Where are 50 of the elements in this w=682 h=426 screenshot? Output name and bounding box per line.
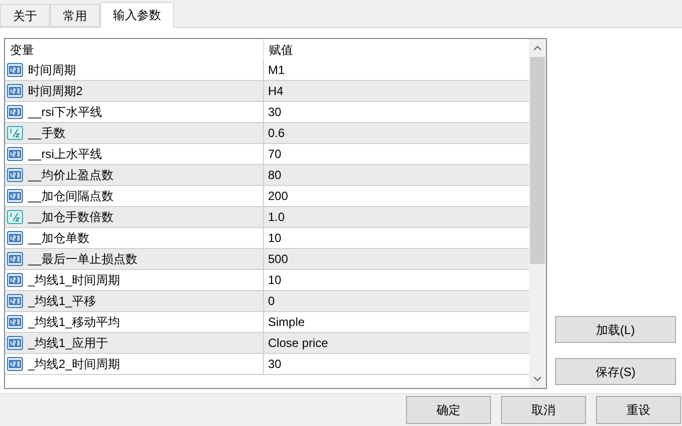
parameter-name: __最后一单止损点数 — [28, 251, 138, 268]
dialog-button[interactable]: 确定 — [406, 396, 491, 424]
tab[interactable]: 关于 — [0, 4, 50, 27]
dialog-button[interactable]: 重设 — [596, 396, 681, 424]
parameter-name: _均线1_平移 — [28, 293, 96, 310]
parameter-name: __加仓手数倍数 — [28, 209, 114, 226]
parameter-value[interactable]: 30 — [268, 355, 282, 373]
parameter-name: _均线1_移动平均 — [28, 314, 120, 331]
parameter-name: __均价止盈点数 — [28, 167, 114, 184]
parameter-value[interactable]: H4 — [268, 82, 284, 100]
integer-icon — [7, 83, 23, 99]
tab[interactable]: 输入参数 — [100, 2, 174, 28]
parameter-name: 时间周期2 — [28, 83, 83, 100]
parameter-value[interactable]: 70 — [268, 145, 282, 163]
parameter-name: _均线1_应用于 — [28, 335, 108, 352]
fraction-icon — [7, 209, 23, 225]
parameter-value[interactable]: 10 — [268, 271, 282, 289]
column-header[interactable]: 赋值 — [264, 39, 529, 60]
side-button[interactable]: 保存(S) — [555, 358, 676, 385]
dialog-button[interactable]: 取消 — [501, 396, 586, 424]
integer-icon — [7, 167, 23, 183]
parameter-name: 时间周期 — [28, 62, 76, 79]
side-button[interactable]: 加载(L) — [555, 316, 676, 343]
scrollbar[interactable] — [529, 39, 546, 388]
parameter-name: __手数 — [28, 125, 66, 142]
parameter-value[interactable]: 0 — [268, 292, 275, 310]
parameter-name: _均线2_时间周期 — [28, 356, 120, 373]
parameter-value[interactable]: 200 — [268, 187, 288, 205]
scrollbar-thumb[interactable] — [530, 57, 545, 264]
tab[interactable]: 常用 — [50, 4, 100, 27]
integer-icon — [7, 251, 23, 267]
parameter-value[interactable]: 80 — [268, 166, 282, 184]
parameter-value[interactable]: 500 — [268, 250, 288, 268]
parameter-value[interactable]: 1.0 — [268, 208, 285, 226]
parameter-value[interactable]: Simple — [268, 313, 305, 331]
parameter-name: __rsi下水平线 — [28, 104, 102, 121]
parameter-name: __加仓单数 — [28, 230, 90, 247]
parameter-name: _均线1_时间周期 — [28, 272, 120, 289]
scroll-up-icon[interactable] — [533, 45, 542, 51]
parameter-name: __rsi上水平线 — [28, 146, 102, 163]
parameter-name: __加仓间隔点数 — [28, 188, 114, 205]
parameter-value[interactable]: 10 — [268, 229, 282, 247]
integer-icon — [7, 293, 23, 309]
scroll-down-icon[interactable] — [533, 376, 542, 382]
integer-icon — [7, 335, 23, 351]
fraction-icon — [7, 125, 23, 141]
parameter-value[interactable]: Close price — [268, 334, 328, 352]
parameter-value[interactable]: 0.6 — [268, 124, 285, 142]
parameter-value[interactable]: 30 — [268, 103, 282, 121]
parameter-value[interactable]: M1 — [268, 61, 285, 79]
